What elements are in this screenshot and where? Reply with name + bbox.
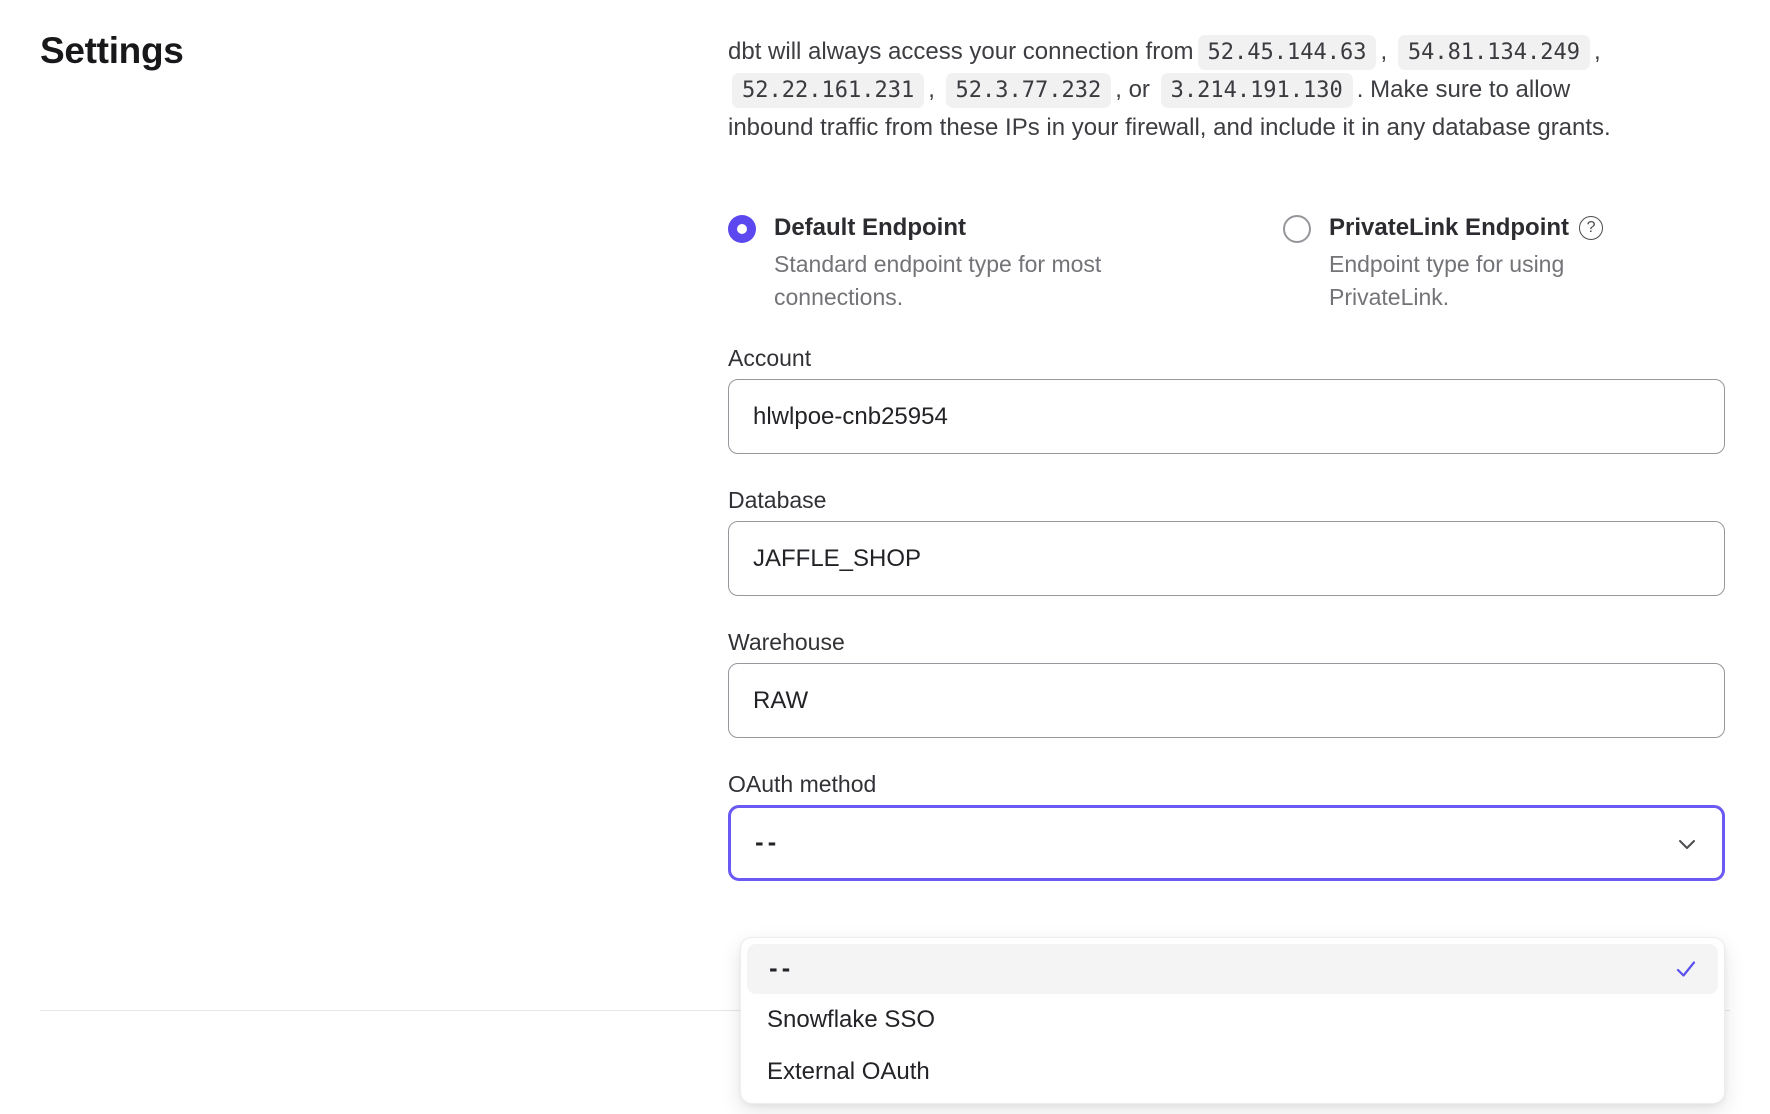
- oauth-method-selected-value: --: [753, 831, 778, 855]
- dropdown-option-label: Snowflake SSO: [767, 1006, 935, 1034]
- endpoint-option-privatelink[interactable]: PrivateLink Endpoint ? Endpoint type for…: [1283, 213, 1603, 314]
- comma: ,: [1594, 38, 1601, 65]
- settings-page: Settings dbt will always access your con…: [0, 0, 1770, 1114]
- ip-chip: 52.3.77.232: [946, 73, 1112, 108]
- radio-unselected-icon[interactable]: [1283, 215, 1311, 243]
- ip-chip: 52.45.144.63: [1198, 35, 1377, 70]
- database-label: Database: [728, 486, 1725, 514]
- dropdown-option-snowflake-sso[interactable]: Snowflake SSO: [747, 994, 1718, 1046]
- ip-chip: 52.22.161.231: [732, 73, 924, 108]
- warehouse-input[interactable]: [728, 663, 1725, 738]
- radio-text: Default Endpoint Standard endpoint type …: [774, 213, 1119, 314]
- account-label: Account: [728, 344, 1725, 372]
- warehouse-field-group: Warehouse: [728, 628, 1725, 738]
- oauth-method-field-group: OAuth method --: [728, 770, 1725, 881]
- ip-group: 3.214.191.130: [1157, 76, 1357, 103]
- ip-chip: 54.81.134.249: [1398, 35, 1590, 70]
- oauth-method-label: OAuth method: [728, 770, 1725, 798]
- ip-group: 52.45.144.63,: [1194, 38, 1388, 65]
- dropdown-option-external-oauth[interactable]: External OAuth: [747, 1046, 1718, 1098]
- endpoint-privatelink-description: Endpoint type for using PrivateLink.: [1329, 248, 1599, 314]
- dropdown-option-none[interactable]: --: [747, 944, 1718, 994]
- ip-group: 54.81.134.249,: [1394, 38, 1601, 65]
- chevron-down-icon: [1676, 833, 1698, 855]
- ip-group: 52.22.161.231,: [728, 76, 935, 103]
- comma: ,: [1380, 38, 1387, 65]
- radio-text: PrivateLink Endpoint ? Endpoint type for…: [1329, 213, 1603, 314]
- endpoint-option-default[interactable]: Default Endpoint Standard endpoint type …: [728, 213, 1283, 314]
- database-field-group: Database: [728, 486, 1725, 596]
- oauth-method-dropdown-menu: -- Snowflake SSO External OAuth: [740, 937, 1725, 1104]
- endpoint-default-description: Standard endpoint type for most connecti…: [774, 248, 1119, 314]
- dropdown-option-label: External OAuth: [767, 1058, 930, 1086]
- radio-selected-icon[interactable]: [728, 215, 756, 243]
- database-input[interactable]: [728, 521, 1725, 596]
- endpoint-privatelink-label: PrivateLink Endpoint: [1329, 213, 1569, 243]
- warehouse-label: Warehouse: [728, 628, 1725, 656]
- or-joiner: , or: [1115, 76, 1150, 103]
- ip-group: 52.3.77.232, or: [942, 76, 1150, 103]
- endpoint-default-label: Default Endpoint: [774, 213, 1119, 243]
- dropdown-option-label: --: [767, 957, 792, 981]
- page-title: Settings: [40, 30, 184, 72]
- connection-settings-column: dbt will always access your connection f…: [728, 33, 1725, 881]
- comma: ,: [928, 76, 935, 103]
- ip-chip: 3.214.191.130: [1161, 73, 1353, 108]
- account-field-group: Account: [728, 344, 1725, 454]
- ip-allowlist-note: dbt will always access your connection f…: [728, 33, 1648, 147]
- endpoint-type-radio-group: Default Endpoint Standard endpoint type …: [728, 213, 1725, 314]
- account-input[interactable]: [728, 379, 1725, 454]
- oauth-method-select[interactable]: --: [728, 805, 1725, 881]
- help-icon[interactable]: ?: [1579, 216, 1603, 240]
- note-prefix: dbt will always access your connection f…: [728, 38, 1194, 65]
- checkmark-icon: [1674, 957, 1698, 981]
